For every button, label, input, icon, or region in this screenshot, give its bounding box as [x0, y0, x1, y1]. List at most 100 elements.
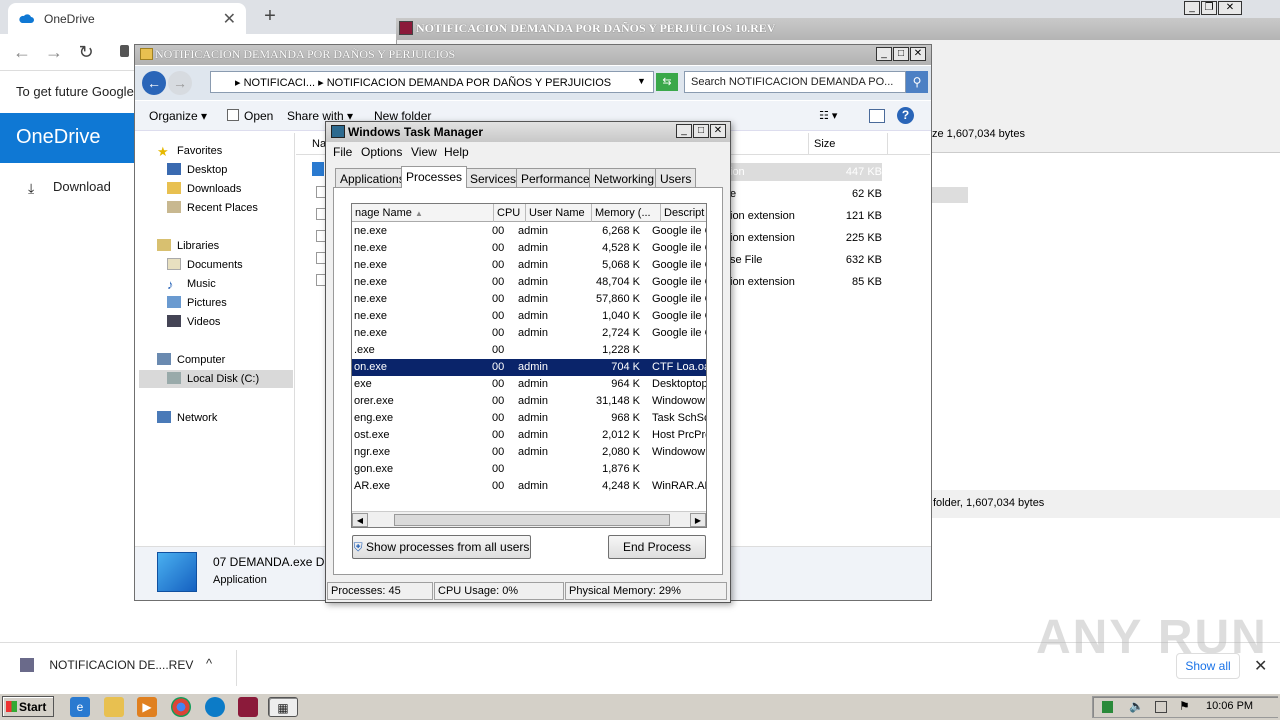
process-row[interactable]: ne.exe00admin2,724 KGoogle ile C — [352, 325, 706, 342]
process-row[interactable]: ne.exe00admin1,040 KGoogle ile C — [352, 308, 706, 325]
close-icon[interactable]: ✕ — [1218, 1, 1242, 15]
back-arrow-icon[interactable]: ← — [10, 40, 34, 64]
process-list[interactable]: nage Name ▲ CPU User Name Memory (... De… — [351, 203, 707, 528]
show-all-button[interactable]: Show all — [1176, 653, 1240, 679]
nav-recent-places[interactable]: Recent Places — [167, 199, 258, 217]
explorer-title-bar[interactable]: NOTIFICACION DEMANDA POR DAÑOS Y PERJUIC… — [135, 45, 931, 65]
winrar-title-bar[interactable]: NOTIFICACION DEMANDA POR DAÑOS Y PERJUIC… — [396, 18, 1280, 40]
tab-performance[interactable]: Performance — [516, 168, 595, 188]
nav-libraries[interactable]: Libraries — [157, 237, 219, 255]
chrome-icon[interactable] — [171, 697, 191, 717]
tab-services[interactable]: Services — [465, 168, 522, 188]
start-button[interactable]: Start — [2, 696, 54, 717]
network-tray-icon[interactable] — [1155, 701, 1167, 713]
chevron-up-icon[interactable]: ^ — [206, 656, 212, 671]
nav-pictures[interactable]: Pictures — [167, 294, 227, 312]
tab-close-icon[interactable]: ✕ — [223, 9, 236, 29]
file-row[interactable]: ion 447 KB — [730, 163, 882, 181]
back-icon[interactable]: ← — [142, 71, 166, 95]
process-row[interactable]: ne.exe00admin5,068 KGoogle ile C — [352, 257, 706, 274]
preview-pane-icon[interactable] — [869, 109, 885, 123]
column-image-name[interactable]: nage Name ▲ — [352, 204, 494, 222]
process-row[interactable]: on.exe 00 admin 704 K CTF Loa.oa — [352, 359, 706, 376]
edge-icon[interactable] — [205, 697, 225, 717]
minimize-icon[interactable]: _ — [1184, 1, 1200, 15]
column-description[interactable]: Descript — [661, 204, 706, 222]
nav-favorites[interactable]: ★ Favorites — [157, 142, 222, 160]
open-button[interactable]: Open — [244, 109, 273, 123]
close-icon[interactable]: ✕ — [910, 47, 926, 61]
scroll-right-icon[interactable]: ▶ — [690, 513, 706, 527]
minimize-icon[interactable]: _ — [676, 124, 692, 138]
column-name[interactable]: Na — [312, 138, 326, 150]
menu-options[interactable]: Options — [361, 145, 402, 159]
nav-downloads[interactable]: Downloads — [167, 180, 241, 198]
scroll-left-icon[interactable]: ◀ — [352, 513, 368, 527]
maximize-icon[interactable]: □ — [893, 47, 909, 61]
tray-status-icon[interactable] — [1102, 701, 1113, 713]
task-manager-taskbar-icon[interactable]: ▦ — [268, 697, 298, 717]
nav-videos[interactable]: Videos — [167, 313, 220, 331]
internet-explorer-icon[interactable]: e — [70, 697, 90, 717]
file-row[interactable]: e 62 KB — [730, 185, 882, 203]
search-icon[interactable]: ⚲ — [906, 71, 928, 93]
close-icon[interactable]: ✕ — [1254, 656, 1267, 676]
process-row[interactable]: .exe 00 1,228 K — [352, 342, 706, 359]
new-tab-button[interactable]: + — [258, 4, 282, 28]
chrome-tab-onedrive[interactable]: OneDrive ✕ — [8, 3, 246, 34]
process-row[interactable]: exe 00 admin 964 K Desktoptop — [352, 376, 706, 393]
column-user-name[interactable]: User Name — [526, 204, 592, 222]
file-row[interactable]: ion extension 121 KB — [730, 207, 882, 225]
search-input[interactable]: Search NOTIFICACION DEMANDA PO... — [684, 71, 906, 93]
process-row[interactable]: ne.exe00admin4,528 KGoogle ile C — [352, 240, 706, 257]
refresh-icon[interactable]: ⇆ — [656, 73, 678, 91]
tab-processes[interactable]: Processes — [401, 166, 468, 188]
organize-button[interactable]: Organize ▾ — [149, 109, 207, 123]
flag-icon[interactable]: ⚑ — [1179, 699, 1190, 713]
process-row[interactable]: ne.exe00admin48,704 KGoogle ile C — [352, 274, 706, 291]
column-memory[interactable]: Memory (... — [592, 204, 661, 222]
download-item[interactable]: NOTIFICACION DE....REV — [20, 658, 193, 672]
views-icon[interactable]: ☷ ▾ — [819, 109, 837, 122]
winrar-icon[interactable] — [238, 697, 258, 717]
minimize-icon[interactable]: _ — [876, 47, 892, 61]
volume-icon[interactable]: 🔈 — [1129, 699, 1144, 713]
help-icon[interactable]: ? — [897, 107, 914, 124]
scroll-thumb[interactable] — [394, 514, 670, 526]
show-all-processes-button[interactable]: ⛨ Show processes from all users — [352, 535, 531, 559]
process-row[interactable]: eng.exe00admin968 KTask SchSch — [352, 410, 706, 427]
process-row[interactable]: ngr.exe 00 admin 2,080 K Windowow — [352, 444, 706, 461]
menu-view[interactable]: View — [411, 145, 437, 159]
chevron-down-icon[interactable]: ▼ — [637, 76, 646, 86]
tab-networking[interactable]: Networking — [589, 168, 660, 188]
nav-computer[interactable]: Computer — [157, 351, 225, 369]
restore-icon[interactable]: ❐ — [1201, 1, 1217, 15]
tab-users[interactable]: Users — [655, 168, 697, 188]
column-size[interactable]: Size — [808, 133, 888, 155]
address-input[interactable]: ▸ NOTIFICACI... ▸ NOTIFICACION DEMANDA P… — [210, 71, 654, 93]
task-manager-title-bar[interactable]: Windows Task Manager — [326, 122, 730, 142]
tab-applications[interactable]: Applications — [335, 168, 410, 188]
forward-arrow-icon[interactable]: → — [42, 40, 66, 64]
media-player-icon[interactable]: ▶ — [137, 697, 157, 717]
nav-documents[interactable]: Documents — [167, 256, 243, 274]
nav-local-disk[interactable]: Local Disk (C:) — [139, 370, 293, 388]
process-row[interactable]: ne.exe00admin57,860 KGoogle ile C — [352, 291, 706, 308]
nav-desktop[interactable]: Desktop — [167, 161, 227, 179]
menu-file[interactable]: File — [333, 145, 352, 159]
process-row[interactable]: ost.exe 00 admin 2,012 K Host PrcPro — [352, 427, 706, 444]
nav-music[interactable]: ♪ Music — [167, 275, 216, 293]
column-cpu[interactable]: CPU — [494, 204, 526, 222]
nav-network[interactable]: Network — [157, 409, 217, 427]
reload-icon[interactable]: ↻ — [74, 40, 98, 64]
winrar-file-list[interactable] — [930, 152, 1280, 490]
file-explorer-icon[interactable] — [104, 697, 124, 717]
process-row[interactable]: gon.exe 00 1,876 K — [352, 461, 706, 478]
horizontal-scrollbar[interactable]: ◀ ▶ — [352, 511, 706, 527]
process-row[interactable]: AR.exe00admin4,248 KWinRAR.AR — [352, 478, 706, 495]
forward-icon[interactable]: → — [168, 71, 192, 95]
file-row[interactable]: ion extension 225 KB — [730, 229, 882, 247]
end-process-button[interactable]: End Process — [608, 535, 706, 559]
onedrive-download-button[interactable]: ⤓ Download — [0, 170, 134, 210]
process-row[interactable]: ne.exe00admin6,268 KGoogle ile C — [352, 223, 706, 240]
